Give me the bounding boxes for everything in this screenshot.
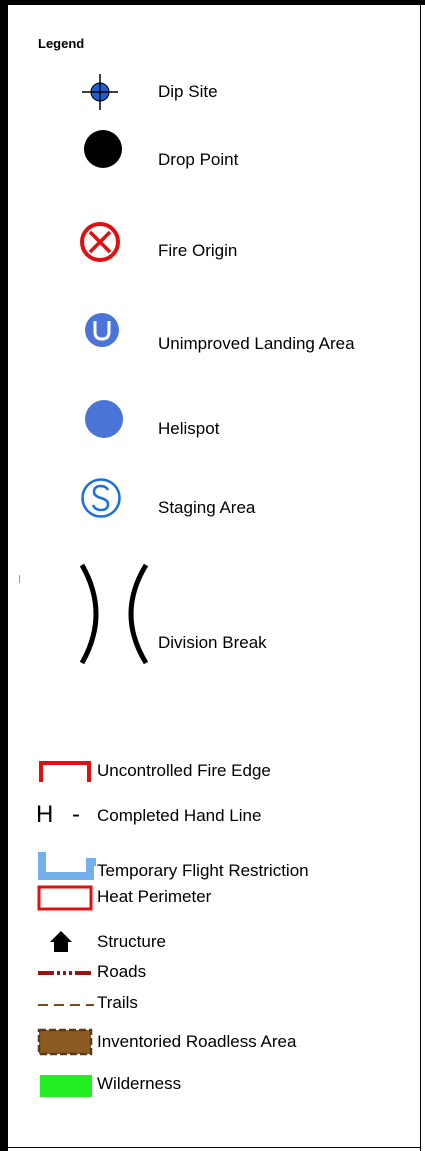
legend-label: Uncontrolled Fire Edge (97, 761, 271, 780)
legend-label: Completed Hand Line (97, 806, 262, 825)
legend-label: Staging Area (158, 498, 256, 517)
hand-line-icon: H - (36, 801, 86, 828)
trail-line-icon (38, 1004, 94, 1006)
circled-u-icon (85, 313, 119, 347)
house-icon (50, 931, 72, 952)
legend-label: Dip Site (158, 82, 218, 101)
frame-border-bottom (8, 1147, 420, 1148)
legend-label: Wilderness (97, 1074, 182, 1093)
legend-label: Unimproved Landing Area (158, 334, 355, 353)
blue-circle-icon (85, 400, 123, 438)
legend-label: Fire Origin (158, 241, 238, 260)
legend-label: Heat Perimeter (97, 887, 212, 906)
legend-label: Temporary Flight Restriction (97, 861, 309, 880)
road-line-icon (38, 971, 94, 975)
frame-border-left (0, 0, 8, 1151)
legend-title: Legend (38, 36, 85, 51)
frame-border-right (420, 5, 421, 1151)
circled-x-icon (80, 222, 120, 262)
legend-label: Trails (97, 993, 138, 1012)
frame-border-top (0, 0, 425, 5)
wilderness-icon (40, 1075, 92, 1097)
heat-perimeter-icon (37, 885, 93, 911)
filled-circle-icon (84, 130, 122, 168)
legend-label: Inventoried Roadless Area (97, 1032, 297, 1051)
legend-label: Drop Point (158, 150, 239, 169)
crosshair-icon (82, 74, 118, 110)
legend-label: Helispot (158, 419, 220, 438)
division-break-icon (79, 563, 149, 665)
legend-label: Roads (97, 962, 147, 981)
legend-label: Division Break (158, 633, 267, 652)
legend-label: Structure (97, 932, 166, 951)
flight-restriction-icon (38, 852, 96, 880)
frame-tick (19, 575, 20, 583)
fire-edge-icon (39, 761, 91, 782)
roadless-area-icon (37, 1028, 93, 1056)
legend-panel: Legend Dip Site Drop Point Fire Origin U… (0, 0, 425, 1151)
circled-s-icon (81, 478, 121, 518)
